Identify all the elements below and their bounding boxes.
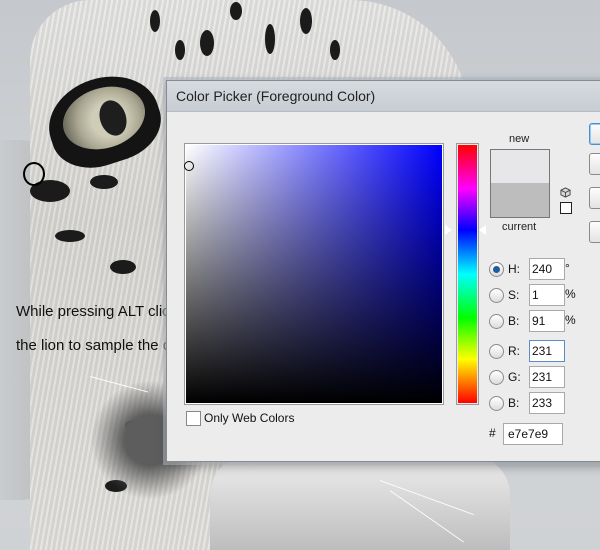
hue-radio[interactable]	[489, 262, 504, 277]
hue-unit: °	[565, 261, 570, 275]
leopard-muzzle	[210, 455, 510, 550]
brightness-unit: %	[565, 313, 576, 327]
current-color-swatch[interactable]	[491, 183, 549, 217]
ok-button[interactable]	[589, 123, 600, 145]
color-field-frame	[184, 143, 444, 405]
cancel-button[interactable]	[589, 153, 600, 175]
hex-input[interactable]: e7e7e9	[503, 423, 563, 445]
brightness-input[interactable]: 91	[529, 310, 565, 332]
brightness-label: B:	[508, 314, 520, 328]
fur-spot	[150, 10, 160, 32]
out-of-gamut-cube-icon[interactable]	[560, 187, 571, 198]
red-radio[interactable]	[489, 344, 504, 359]
color-libraries-button[interactable]	[589, 221, 600, 243]
dialog-title: Color Picker (Foreground Color)	[176, 88, 376, 104]
fur-spot	[90, 175, 118, 189]
fur-spot	[330, 40, 340, 60]
new-color-swatch	[491, 150, 549, 183]
saturation-radio[interactable]	[489, 288, 504, 303]
blue-input[interactable]: 233	[529, 392, 565, 414]
green-radio[interactable]	[489, 370, 504, 385]
color-field[interactable]	[184, 145, 442, 403]
green-label: G:	[508, 370, 521, 384]
hue-slider-left-arrow[interactable]	[444, 224, 452, 236]
hue-label: H:	[508, 262, 520, 276]
fur-spot	[110, 260, 136, 274]
red-input[interactable]: 231	[529, 340, 565, 362]
fur-spot	[200, 30, 214, 56]
saturation-label: S:	[508, 288, 520, 302]
brightness-radio[interactable]	[489, 314, 504, 329]
blue-label: B:	[508, 396, 520, 410]
fur-spot	[300, 8, 312, 34]
hue-slider[interactable]	[458, 145, 477, 403]
color-field-marker[interactable]	[184, 161, 194, 171]
fur-spot	[55, 230, 85, 242]
saturation-input[interactable]: 1	[529, 284, 565, 306]
hue-slider-frame	[456, 143, 479, 405]
green-input[interactable]: 231	[529, 366, 565, 388]
add-to-swatches-button[interactable]	[589, 187, 600, 209]
sample-cursor	[23, 162, 45, 186]
fur-spot	[265, 24, 275, 54]
color-picker-dialog: Color Picker (Foreground Color) new curr…	[166, 80, 600, 462]
web-safe-swatch[interactable]	[560, 202, 572, 214]
hue-slider-right-arrow[interactable]	[479, 225, 486, 235]
current-swatch-label: current	[502, 221, 537, 233]
only-web-colors-checkbox[interactable]	[186, 411, 201, 426]
dialog-titlebar[interactable]: Color Picker (Foreground Color)	[167, 81, 600, 112]
hue-input[interactable]: 240	[529, 258, 565, 280]
fur-spot	[175, 40, 185, 60]
red-label: R:	[508, 344, 520, 358]
new-swatch-label: new	[509, 133, 530, 145]
hex-prefix: #	[489, 426, 496, 440]
blue-radio[interactable]	[489, 396, 504, 411]
fur-spot	[230, 2, 242, 20]
saturation-unit: %	[565, 287, 576, 301]
only-web-colors-label: Only Web Colors	[204, 411, 295, 425]
swatch-box	[490, 149, 550, 218]
